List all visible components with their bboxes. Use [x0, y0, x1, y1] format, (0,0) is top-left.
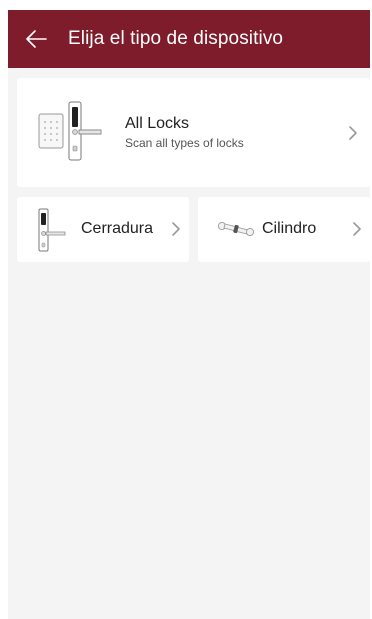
- all-locks-title: All Locks: [125, 115, 190, 132]
- chevron-right-icon: [172, 222, 180, 236]
- lock-cylinder-image: [217, 221, 255, 236]
- all-locks-card[interactable]: All Locks Scan all types of locks: [17, 78, 370, 187]
- chevron-right-icon: [349, 126, 357, 140]
- category-label-cilindro: Cilindro: [262, 220, 317, 237]
- category-card-cerradura[interactable]: Cerradura: [17, 197, 189, 262]
- category-card-cilindro[interactable]: Cilindro: [198, 197, 370, 262]
- keypad-door-lock-image: [38, 101, 102, 161]
- arrow-left-icon: [26, 30, 47, 48]
- back-button[interactable]: [14, 10, 58, 68]
- device-type-screen: Elija el tipo de dispositivo All Locks S…: [8, 10, 370, 619]
- page-title: Elija el tipo de dispositivo: [68, 28, 284, 49]
- app-header: Elija el tipo de dispositivo: [8, 10, 370, 68]
- chevron-right-icon: [353, 222, 361, 236]
- category-label-cerradura: Cerradura: [81, 220, 154, 237]
- all-locks-subtitle: Scan all types of locks: [125, 136, 244, 150]
- door-lock-handle-image: [38, 208, 66, 252]
- all-locks-text: All Locks Scan all types of locks: [125, 115, 244, 150]
